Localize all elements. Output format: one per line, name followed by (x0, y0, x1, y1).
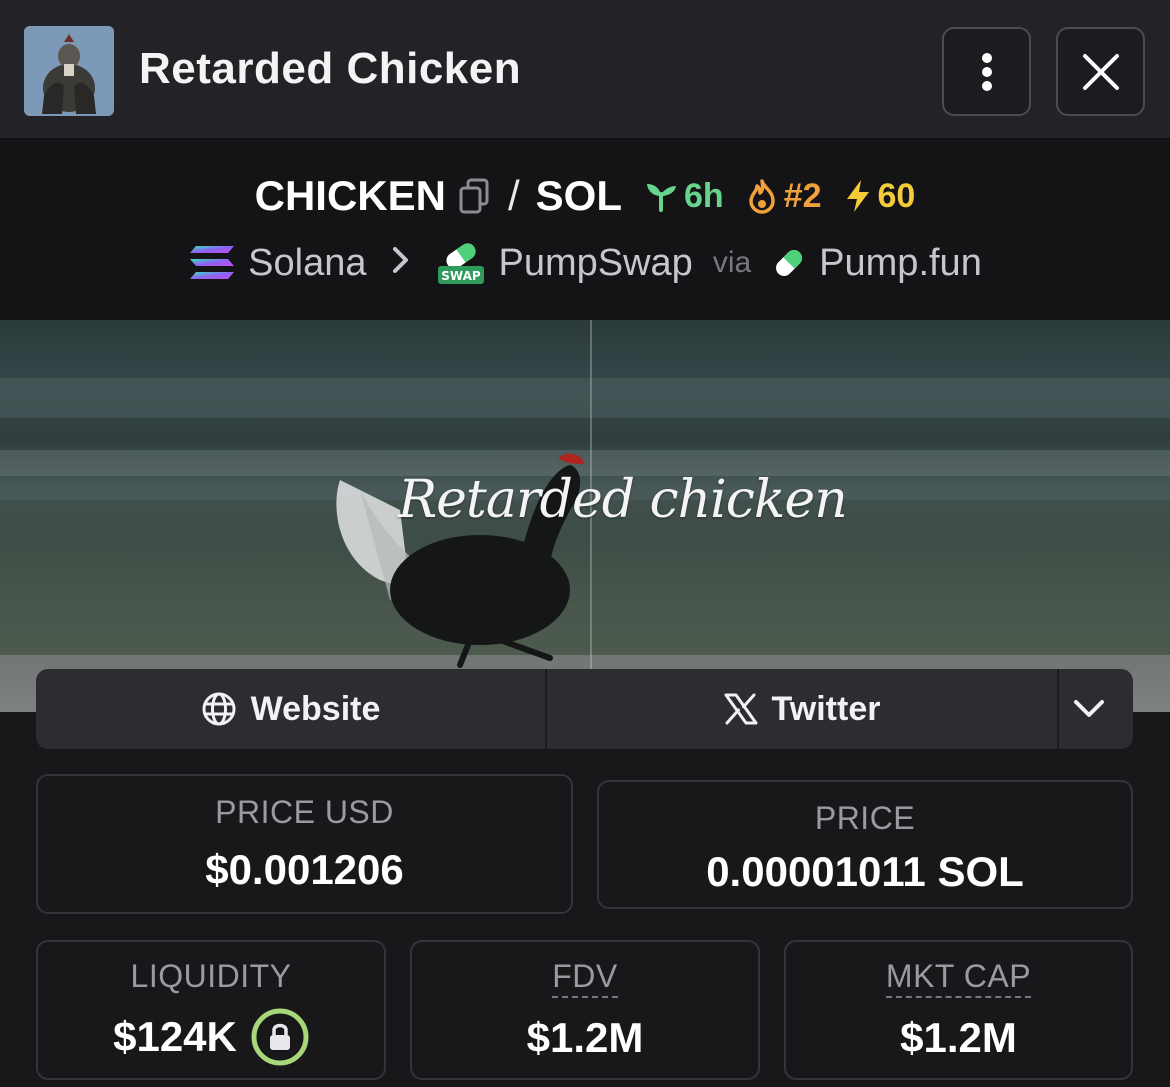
more-vertical-icon (981, 52, 992, 91)
market-cap-value: $1.2M (900, 1014, 1017, 1061)
token-title: Retarded Chicken (139, 44, 522, 93)
more-options-button[interactable] (942, 27, 1031, 116)
website-label: Website (250, 689, 381, 728)
liquidity-label: LIQUIDITY (130, 958, 292, 994)
fdv-label[interactable]: FDV (552, 958, 618, 998)
trending-rank: #2 (783, 176, 822, 215)
quote-symbol: SOL (535, 172, 622, 219)
pumpswap-icon: SWAP (436, 240, 486, 286)
pill-icon (771, 245, 807, 281)
price-native-card: PRICE 0.00001011 SOL (597, 780, 1133, 909)
pair-title-row: CHICKEN / SOL 6h #2 60 (0, 170, 1170, 222)
website-button[interactable]: Website (36, 669, 547, 749)
solana-icon (188, 244, 236, 282)
links-bar: Website Twitter (36, 669, 1133, 749)
price-usd-value: $0.001206 (205, 846, 404, 893)
launchpad-name[interactable]: Pump.fun (819, 242, 982, 285)
base-symbol: CHICKEN (254, 172, 446, 219)
liquidity-value: $124K (113, 1013, 237, 1060)
chevron-right-icon (392, 244, 410, 283)
fdv-value: $1.2M (526, 1014, 644, 1061)
market-cap-label-wrap: MKT CAP (786, 958, 1131, 998)
boost-count: 60 (877, 176, 916, 215)
pair-route-row: Solana SWAP PumpSwap via Pump.fun (0, 238, 1170, 288)
svg-text:SWAP: SWAP (442, 269, 482, 283)
sprout-icon (647, 184, 676, 212)
twitter-label: Twitter (771, 689, 881, 728)
price-native-label: PRICE (814, 800, 916, 836)
chevron-down-icon (1074, 700, 1104, 717)
token-avatar (24, 26, 114, 116)
globe-icon (202, 692, 236, 726)
fdv-label-wrap: FDV (412, 958, 758, 998)
trending-badge[interactable]: #2 (746, 177, 822, 216)
price-native-value: 0.00001011 SOL (706, 848, 1024, 895)
token-banner-image: Retarded chicken (0, 320, 1170, 712)
boost-badge[interactable]: 60 (844, 176, 916, 216)
age-badge: 6h (644, 177, 724, 216)
flame-icon (748, 179, 775, 214)
age-value: 6h (684, 176, 724, 215)
pair-separator: / (507, 172, 520, 219)
liquidity-card: LIQUIDITY $124K (36, 940, 386, 1080)
lightning-icon (846, 180, 869, 212)
token-header: Retarded Chicken (0, 0, 1170, 140)
close-icon (1082, 53, 1119, 90)
price-usd-label: PRICE USD (215, 794, 394, 830)
dex-name[interactable]: PumpSwap (498, 242, 692, 285)
liquidity-lock-icon[interactable] (251, 1008, 309, 1066)
via-label: via (712, 246, 752, 279)
chain-name[interactable]: Solana (248, 242, 366, 285)
close-button[interactable] (1056, 27, 1145, 116)
twitter-button[interactable]: Twitter (547, 669, 1059, 749)
market-cap-label[interactable]: MKT CAP (885, 958, 1032, 998)
liquidity-row: $124K (38, 1008, 384, 1066)
more-links-button[interactable] (1059, 669, 1133, 749)
banner-caption: Retarded chicken (398, 470, 848, 530)
pair-info: CHICKEN / SOL 6h #2 60 Solana SWAP PumpS… (0, 142, 1170, 320)
market-cap-card: MKT CAP $1.2M (784, 940, 1133, 1080)
x-logo-icon (724, 693, 758, 725)
fdv-card: FDV $1.2M (410, 940, 760, 1080)
price-usd-card: PRICE USD $0.001206 (36, 774, 573, 914)
copy-icon[interactable] (458, 178, 490, 214)
